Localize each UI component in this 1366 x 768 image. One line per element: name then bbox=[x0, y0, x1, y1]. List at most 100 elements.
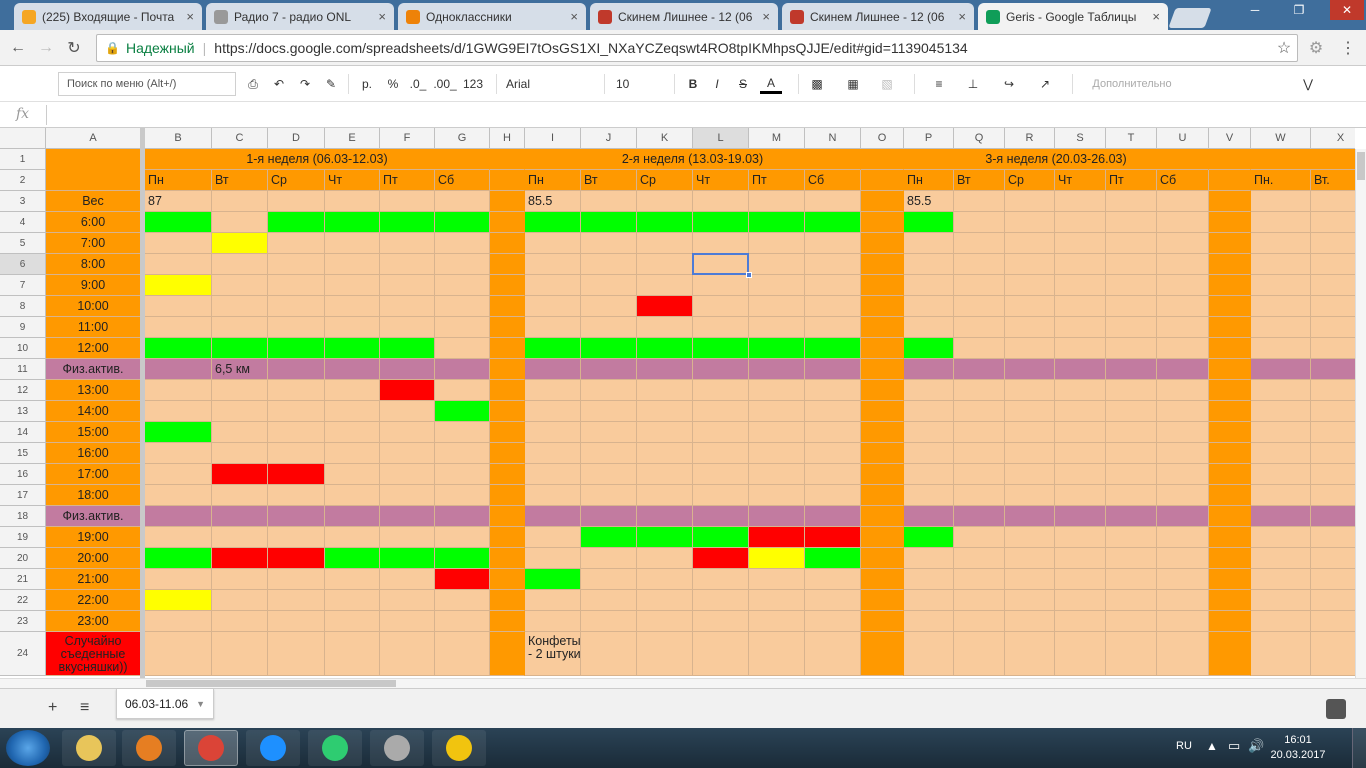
row-header-6[interactable]: 6 bbox=[0, 254, 46, 275]
cell-o12[interactable] bbox=[861, 380, 904, 401]
column-header-j[interactable]: J bbox=[581, 128, 637, 149]
cell-j5[interactable] bbox=[581, 233, 637, 254]
row-header-3[interactable]: 3 bbox=[0, 191, 46, 212]
cell-d17[interactable] bbox=[268, 485, 325, 506]
cell-o6[interactable] bbox=[861, 254, 904, 275]
cell-h17[interactable] bbox=[490, 485, 525, 506]
cell-q23[interactable] bbox=[954, 611, 1005, 632]
mark-red-c16[interactable] bbox=[212, 464, 268, 485]
cell-value-b3[interactable]: 87 bbox=[145, 191, 212, 212]
cell-t14[interactable] bbox=[1106, 422, 1157, 443]
cell-d13[interactable] bbox=[268, 401, 325, 422]
cell-d6[interactable] bbox=[268, 254, 325, 275]
cell-h5[interactable] bbox=[490, 233, 525, 254]
cell-l13[interactable] bbox=[693, 401, 749, 422]
cell-n14[interactable] bbox=[805, 422, 861, 443]
close-tab-icon[interactable]: × bbox=[1152, 9, 1160, 24]
column-header-f[interactable]: F bbox=[380, 128, 435, 149]
cell-e14[interactable] bbox=[325, 422, 380, 443]
cell-m11[interactable] bbox=[749, 359, 805, 380]
mark-green-d4[interactable] bbox=[268, 212, 325, 233]
cell-r12[interactable] bbox=[1005, 380, 1055, 401]
cell-j24[interactable] bbox=[581, 632, 637, 676]
cell-h15[interactable] bbox=[490, 443, 525, 464]
cell-g8[interactable] bbox=[435, 296, 490, 317]
column-header-p[interactable]: P bbox=[904, 128, 954, 149]
cell-o24[interactable] bbox=[861, 632, 904, 676]
cell-w11[interactable] bbox=[1251, 359, 1311, 380]
mark-green-i10[interactable] bbox=[525, 338, 581, 359]
cell-u18[interactable] bbox=[1157, 506, 1209, 527]
cell-v16[interactable] bbox=[1209, 464, 1251, 485]
cell-u8[interactable] bbox=[1157, 296, 1209, 317]
cell-d19[interactable] bbox=[268, 527, 325, 548]
day-label[interactable]: Ср bbox=[268, 170, 325, 191]
mark-green-b10[interactable] bbox=[145, 338, 212, 359]
cell-b9[interactable] bbox=[145, 317, 212, 338]
cell-r3[interactable] bbox=[1005, 191, 1055, 212]
row-header-23[interactable]: 23 bbox=[0, 611, 46, 632]
cell-n9[interactable] bbox=[805, 317, 861, 338]
cell-q24[interactable] bbox=[954, 632, 1005, 676]
cell-x5[interactable] bbox=[1311, 233, 1355, 254]
cell-q18[interactable] bbox=[954, 506, 1005, 527]
mark-green-f20[interactable] bbox=[380, 548, 435, 569]
cell-x15[interactable] bbox=[1311, 443, 1355, 464]
back-icon[interactable]: ← bbox=[8, 38, 28, 58]
cell-h9[interactable] bbox=[490, 317, 525, 338]
cell-q21[interactable] bbox=[954, 569, 1005, 590]
cell-p5[interactable] bbox=[904, 233, 954, 254]
cell-j6[interactable] bbox=[581, 254, 637, 275]
cell-v1[interactable] bbox=[1209, 149, 1251, 170]
cell-v18[interactable] bbox=[1209, 506, 1251, 527]
cell-g16[interactable] bbox=[435, 464, 490, 485]
cell-s6[interactable] bbox=[1055, 254, 1106, 275]
decrease-decimal-button[interactable]: .0_ bbox=[406, 74, 430, 94]
cell-f16[interactable] bbox=[380, 464, 435, 485]
cell-value-p3[interactable]: 85.5 bbox=[904, 191, 954, 212]
cell-o10[interactable] bbox=[861, 338, 904, 359]
cell-x17[interactable] bbox=[1311, 485, 1355, 506]
mark-red-m19[interactable] bbox=[749, 527, 805, 548]
mark-green-f4[interactable] bbox=[380, 212, 435, 233]
column-header-e[interactable]: E bbox=[325, 128, 380, 149]
cell-p12[interactable] bbox=[904, 380, 954, 401]
cell-d3[interactable] bbox=[268, 191, 325, 212]
cell-k23[interactable] bbox=[637, 611, 693, 632]
cell-d21[interactable] bbox=[268, 569, 325, 590]
cell-s7[interactable] bbox=[1055, 275, 1106, 296]
cell-o14[interactable] bbox=[861, 422, 904, 443]
mark-green-n10[interactable] bbox=[805, 338, 861, 359]
cell-t17[interactable] bbox=[1106, 485, 1157, 506]
cell-c23[interactable] bbox=[212, 611, 268, 632]
formula-input[interactable] bbox=[52, 106, 1352, 124]
cell-q13[interactable] bbox=[954, 401, 1005, 422]
row-header-18[interactable]: 18 bbox=[0, 506, 46, 527]
cell-k21[interactable] bbox=[637, 569, 693, 590]
mark-yellow-m20[interactable] bbox=[749, 548, 805, 569]
cell-x13[interactable] bbox=[1311, 401, 1355, 422]
cell-l9[interactable] bbox=[693, 317, 749, 338]
cell-f9[interactable] bbox=[380, 317, 435, 338]
cell-j11[interactable] bbox=[581, 359, 637, 380]
cell-b12[interactable] bbox=[145, 380, 212, 401]
cell-l23[interactable] bbox=[693, 611, 749, 632]
more-formats-button[interactable]: 123 bbox=[458, 74, 488, 94]
cell-e16[interactable] bbox=[325, 464, 380, 485]
close-tab-icon[interactable]: × bbox=[186, 9, 194, 24]
row-label[interactable]: 6:00 bbox=[46, 212, 141, 233]
cell-b24[interactable] bbox=[145, 632, 212, 676]
percent-button[interactable]: % bbox=[382, 74, 404, 94]
cell-x21[interactable] bbox=[1311, 569, 1355, 590]
day-label[interactable]: Вт bbox=[581, 170, 637, 191]
cell-d14[interactable] bbox=[268, 422, 325, 443]
cell-s24[interactable] bbox=[1055, 632, 1106, 676]
week-header-partial[interactable] bbox=[1251, 149, 1355, 170]
minimize-icon[interactable]: ─ bbox=[1240, 0, 1270, 20]
cell-t6[interactable] bbox=[1106, 254, 1157, 275]
cell-x14[interactable] bbox=[1311, 422, 1355, 443]
start-button[interactable] bbox=[6, 730, 50, 766]
mark-green-d10[interactable] bbox=[268, 338, 325, 359]
cell-j21[interactable] bbox=[581, 569, 637, 590]
cell-o8[interactable] bbox=[861, 296, 904, 317]
